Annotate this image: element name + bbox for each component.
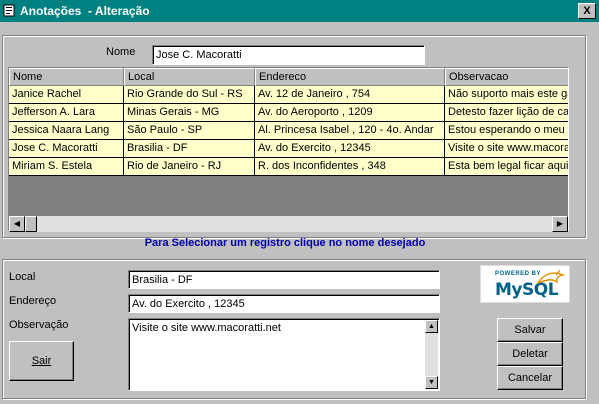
grid-body: Janice Rachel Rio Grande do Sul - RS Av.… — [9, 86, 568, 176]
cell-nome[interactable]: Miriam S. Estela — [9, 158, 124, 176]
local-input[interactable]: Brasilia - DF — [128, 270, 440, 289]
deletar-button-label: Deletar — [512, 348, 548, 360]
records-grid[interactable]: Nome Local Endereco Observacao Janice Ra… — [8, 67, 569, 231]
cell-local[interactable]: Brasilia - DF — [124, 140, 255, 158]
cancelar-button[interactable]: Cancelar — [497, 366, 563, 390]
cell-endereco[interactable]: Av. do Aeroporto , 1209 — [255, 104, 445, 122]
grid-header: Nome Local Endereco Observacao — [9, 68, 568, 86]
cell-local[interactable]: Rio de Janeiro - RJ — [124, 158, 255, 176]
cell-observacao[interactable]: Detesto fazer lição de cas — [445, 104, 568, 122]
cell-nome[interactable]: Jefferson A. Lara — [9, 104, 124, 122]
window-icon — [3, 4, 15, 17]
cell-endereco[interactable]: Av. do Exercito , 12345 — [255, 140, 445, 158]
column-header-endereco[interactable]: Endereco — [255, 68, 445, 86]
name-input[interactable]: Jose C. Macoratti — [152, 45, 425, 65]
endereco-label: Endereço — [9, 295, 57, 307]
local-label: Local — [9, 271, 36, 283]
table-row[interactable]: Miriam S. Estela Rio de Janeiro - RJ R. … — [9, 158, 568, 176]
cell-nome[interactable]: Jose C. Macoratti — [9, 140, 124, 158]
mysql-logo: POWERED BY MySQL — [480, 265, 570, 303]
scroll-up-icon[interactable]: ▲ — [425, 320, 438, 333]
close-icon: X — [583, 5, 591, 17]
title-bar: Anotações - Alteração X — [0, 0, 599, 22]
sair-button[interactable]: Sair — [9, 341, 74, 381]
cell-observacao[interactable]: Visite o site www.macoratt — [445, 140, 568, 158]
cell-endereco[interactable]: R. dos Inconfidentes , 348 — [255, 158, 445, 176]
window-title: Anotações - Alteração — [20, 4, 150, 18]
powered-by-text: POWERED BY — [495, 271, 542, 277]
table-row[interactable]: Jefferson A. Lara Minas Gerais - MG Av. … — [9, 104, 568, 122]
deletar-button[interactable]: Deletar — [497, 342, 563, 366]
memo-scrollbar[interactable]: ▲ ▼ — [425, 320, 438, 389]
cell-observacao[interactable]: Esta bem legal ficar aqui s — [445, 158, 568, 176]
table-row[interactable]: Jessica Naara Lang São Paulo - SP Al. Pr… — [9, 122, 568, 140]
dolphin-icon — [536, 269, 566, 285]
close-button[interactable]: X — [578, 3, 596, 19]
scroll-down-icon[interactable]: ▼ — [425, 376, 438, 389]
cell-local[interactable]: São Paulo - SP — [124, 122, 255, 140]
sair-button-label: Sair — [31, 355, 52, 367]
column-header-observacao[interactable]: Observacao — [445, 68, 568, 86]
cell-observacao[interactable]: Não suporto mais este gar — [445, 86, 568, 104]
cell-endereco[interactable]: Al. Princesa Isabel , 120 - 4o. Andar — [255, 122, 445, 140]
scroll-thumb[interactable] — [25, 216, 37, 232]
table-row[interactable]: Jose C. Macoratti Brasilia - DF Av. do E… — [9, 140, 568, 158]
observacao-textarea[interactable]: Visite o site www.macoratti.net ▲ ▼ — [128, 318, 440, 391]
observacao-text: Visite o site www.macoratti.net — [132, 322, 281, 334]
cell-observacao[interactable]: Estou esperando o meu pri — [445, 122, 568, 140]
cell-nome[interactable]: Jessica Naara Lang — [9, 122, 124, 140]
scroll-right-icon[interactable]: ▶ — [552, 216, 568, 232]
cell-endereco[interactable]: Av. 12 de Janeiro , 754 — [255, 86, 445, 104]
scroll-left-icon[interactable]: ◀ — [9, 216, 25, 232]
salvar-button-label: Salvar — [514, 324, 546, 336]
column-header-local[interactable]: Local — [124, 68, 255, 86]
selection-hint: Para Selecionar um registro clique no no… — [144, 237, 426, 249]
table-row[interactable]: Janice Rachel Rio Grande do Sul - RS Av.… — [9, 86, 568, 104]
column-header-nome[interactable]: Nome — [9, 68, 124, 86]
horizontal-scrollbar[interactable]: ◀ ▶ — [9, 216, 568, 232]
cell-local[interactable]: Rio Grande do Sul - RS — [124, 86, 255, 104]
cancelar-button-label: Cancelar — [507, 372, 553, 384]
salvar-button[interactable]: Salvar — [497, 318, 563, 342]
cell-local[interactable]: Minas Gerais - MG — [124, 104, 255, 122]
endereco-input[interactable]: Av. do Exercito , 12345 — [128, 294, 440, 313]
cell-nome[interactable]: Janice Rachel — [9, 86, 124, 104]
name-label: Nome — [106, 46, 136, 58]
observacao-label: Observação — [9, 319, 69, 331]
